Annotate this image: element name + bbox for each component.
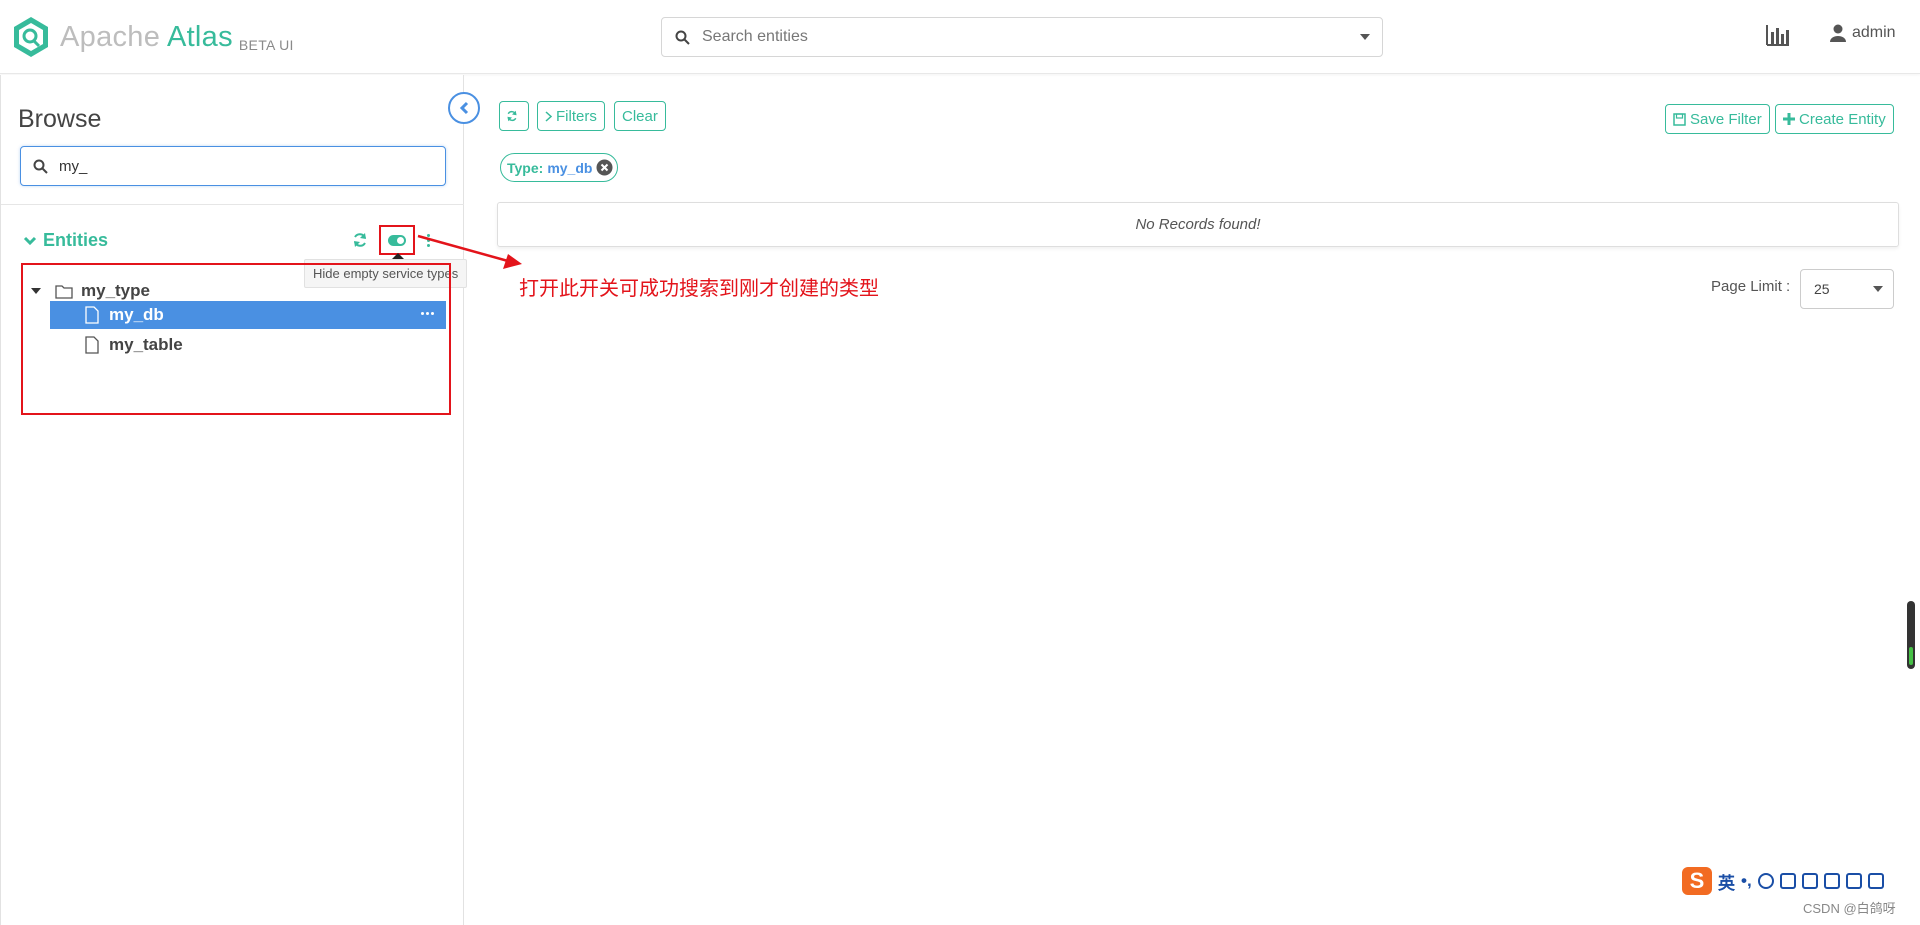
ime-language[interactable]: 英 xyxy=(1718,869,1735,894)
folder-icon xyxy=(55,284,73,299)
chevron-down-icon[interactable] xyxy=(1348,33,1382,41)
keyboard-icon[interactable] xyxy=(1801,873,1818,889)
scroll-indicator[interactable] xyxy=(1907,601,1915,669)
entities-section-toggle[interactable]: Entities xyxy=(23,230,108,251)
ime-punctuation[interactable]: •, xyxy=(1741,871,1752,891)
no-records-message: No Records found! xyxy=(497,202,1899,247)
entities-tools xyxy=(349,225,431,255)
page-limit-value: 25 xyxy=(1814,281,1830,297)
global-search-input[interactable] xyxy=(702,28,1348,46)
atlas-logo-icon xyxy=(14,17,48,57)
hide-empty-toggle[interactable] xyxy=(379,225,415,255)
microphone-icon[interactable] xyxy=(1779,873,1796,889)
sidebar-search-box[interactable] xyxy=(20,146,446,186)
create-entity-button[interactable]: Create Entity xyxy=(1775,104,1894,134)
sogou-logo-icon: S xyxy=(1682,867,1712,895)
bar-chart-icon xyxy=(1766,25,1789,46)
statistics-button[interactable] xyxy=(1766,24,1792,48)
ime-toolbar: S 英 •, xyxy=(1678,865,1920,897)
close-circle-icon[interactable] xyxy=(596,159,613,176)
user-menu[interactable]: admin xyxy=(1830,24,1896,42)
chip-key: Type: xyxy=(507,159,544,176)
file-icon xyxy=(85,336,99,354)
tree-node-label: my_type xyxy=(81,281,150,300)
sidebar-title: Browse xyxy=(18,105,102,133)
clear-button[interactable]: Clear xyxy=(614,101,666,131)
ellipsis-icon[interactable] xyxy=(421,312,434,315)
tree-node-entity[interactable]: my_table xyxy=(85,335,183,355)
refresh-icon[interactable] xyxy=(349,229,371,251)
sidebar-search-input[interactable] xyxy=(59,157,445,175)
top-header: Apache AtlasBETA UI admin xyxy=(0,0,1920,74)
search-icon xyxy=(662,30,702,45)
watermark: CSDN @白鸽呀 xyxy=(1803,901,1896,916)
toggle-on-icon xyxy=(388,234,406,246)
page-limit-label: Page Limit : xyxy=(1711,278,1791,295)
divider xyxy=(1,204,464,205)
chevron-down-icon xyxy=(23,236,37,245)
filters-button[interactable]: Filters xyxy=(537,101,605,131)
page-limit-select[interactable]: 25 xyxy=(1800,269,1894,309)
user-name: admin xyxy=(1852,24,1896,41)
type-filter-chip: Type: my_db xyxy=(500,153,619,182)
emoji-icon[interactable] xyxy=(1757,873,1774,889)
skin-icon[interactable] xyxy=(1845,873,1862,889)
refresh-icon xyxy=(507,110,517,122)
chevron-left-icon xyxy=(459,101,469,115)
tree-node-label: my_table xyxy=(109,335,183,354)
global-search-box[interactable] xyxy=(661,17,1383,57)
chip-value: my_db xyxy=(547,159,593,176)
chevron-right-icon xyxy=(545,110,552,122)
user-icon[interactable] xyxy=(1823,873,1840,889)
tree-node-type[interactable]: my_type xyxy=(31,281,150,301)
annotation-text: 打开此开关可成功搜索到刚才创建的类型 xyxy=(519,278,879,300)
plus-icon xyxy=(1783,113,1795,125)
grid-icon[interactable] xyxy=(1867,873,1884,889)
refresh-button[interactable] xyxy=(499,101,529,131)
entities-label: Entities xyxy=(43,230,109,250)
more-options-icon[interactable] xyxy=(425,229,431,251)
search-icon xyxy=(21,159,59,174)
collapse-sidebar-button[interactable] xyxy=(448,92,480,124)
tree-node-entity[interactable]: my_db xyxy=(85,305,164,325)
caret-down-icon xyxy=(1873,286,1883,292)
tree-node-label: my_db xyxy=(109,305,164,324)
save-icon xyxy=(1673,112,1686,126)
caret-down-icon[interactable] xyxy=(31,287,41,295)
browse-sidebar: Browse Entities Hide empty service types… xyxy=(0,75,468,925)
file-icon xyxy=(85,306,99,324)
user-icon xyxy=(1830,24,1846,42)
save-filter-button[interactable]: Save Filter xyxy=(1665,104,1770,134)
app-logo[interactable]: Apache Atlas BETA UI xyxy=(12,16,294,58)
app-title: Apache Atlas BETA UI xyxy=(60,20,294,53)
